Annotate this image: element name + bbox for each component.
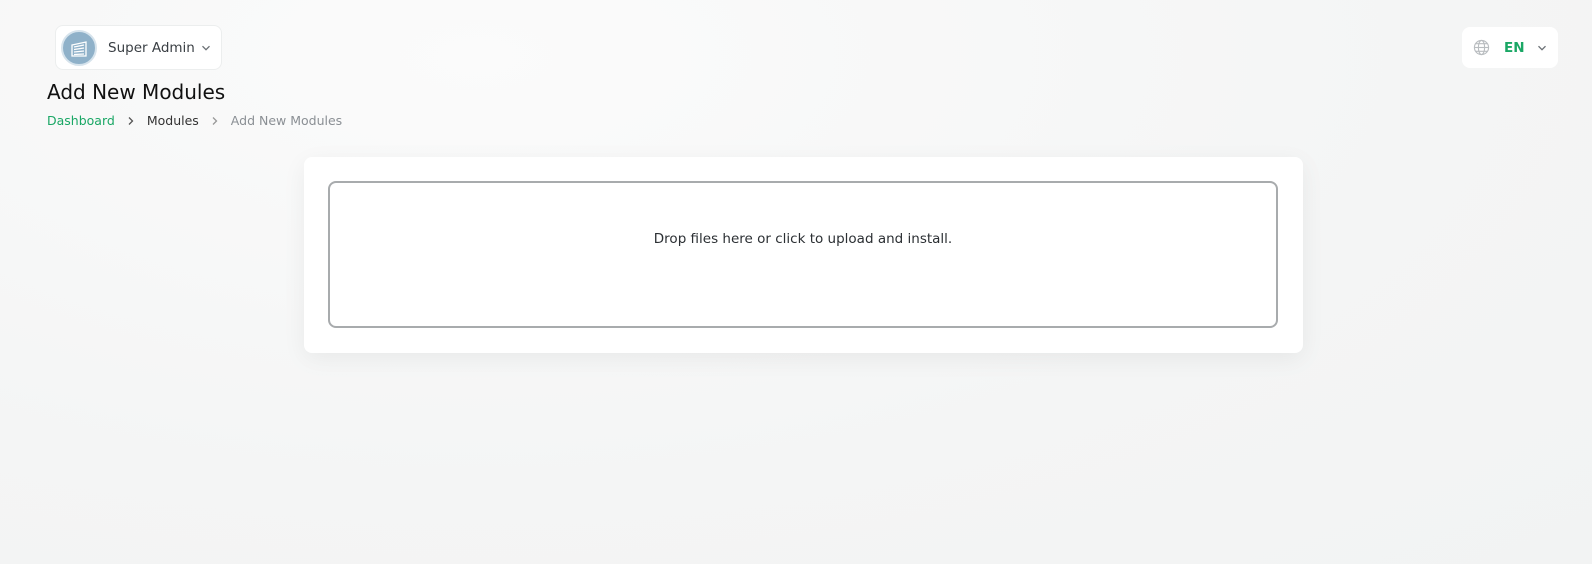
language-selector[interactable]: EN xyxy=(1462,27,1558,68)
file-dropzone[interactable]: Drop files here or click to upload and i… xyxy=(328,181,1278,328)
chevron-down-icon xyxy=(1537,43,1547,53)
globe-icon xyxy=(1473,39,1490,56)
user-menu[interactable]: Super Admin xyxy=(55,25,222,70)
breadcrumb-modules[interactable]: Modules xyxy=(147,113,199,128)
breadcrumb: Dashboard Modules Add New Modules xyxy=(47,113,342,128)
breadcrumb-current: Add New Modules xyxy=(230,113,343,128)
upload-card: Drop files here or click to upload and i… xyxy=(304,157,1303,353)
chevron-right-icon xyxy=(127,116,135,126)
breadcrumb-dashboard[interactable]: Dashboard xyxy=(47,113,115,128)
chevron-down-icon xyxy=(201,43,211,53)
chevron-right-icon xyxy=(211,116,219,126)
user-name: Super Admin xyxy=(108,39,195,56)
dropzone-text: Drop files here or click to upload and i… xyxy=(653,231,953,247)
building-icon xyxy=(71,40,87,57)
avatar xyxy=(61,29,97,66)
page-title: Add New Modules xyxy=(47,80,226,104)
language-code: EN xyxy=(1504,39,1525,56)
